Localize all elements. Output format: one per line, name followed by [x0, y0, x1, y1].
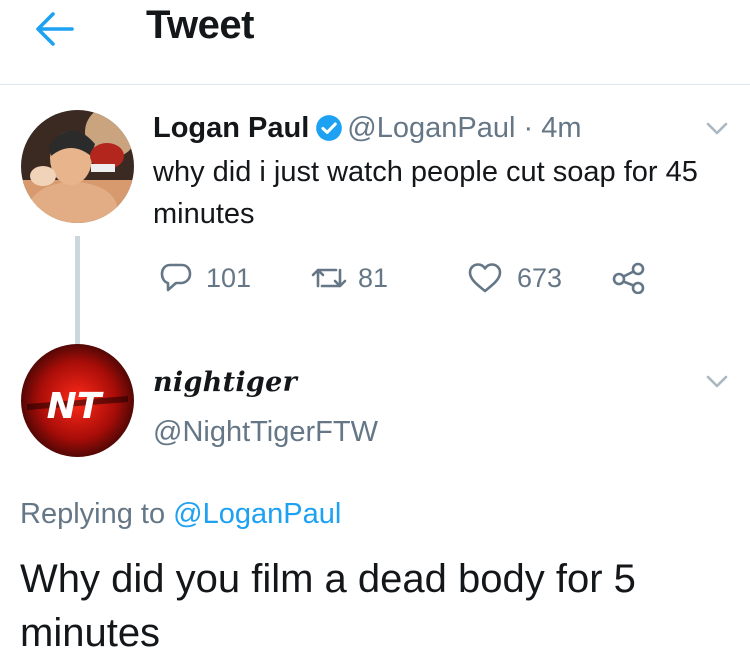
tweet-text: why did i just watch people cut soap for… [153, 156, 698, 230]
author-handle[interactable]: @LoganPaul [347, 112, 515, 144]
share-button[interactable] [612, 258, 646, 298]
retweet-icon [311, 268, 347, 288]
author-display-name[interactable]: nightiger [153, 367, 297, 398]
thread-connector-line [75, 236, 80, 354]
author-handle[interactable]: @NightTigerFTW [153, 416, 378, 449]
verified-badge-icon [316, 115, 343, 141]
tweet-time[interactable]: 4m [541, 112, 581, 144]
reply-text: Why did you film a dead body for 5 minut… [20, 557, 636, 655]
retweet-count: 81 [358, 262, 389, 293]
reply-button[interactable]: 101 [160, 258, 251, 298]
replying-to-line: Replying to @LoganPaul [20, 498, 341, 531]
replying-to-label: Replying to [20, 498, 166, 530]
reply-count: 101 [206, 262, 252, 293]
chevron-down-icon[interactable] [705, 121, 729, 137]
like-button[interactable]: 673 [467, 258, 562, 298]
retweet-button[interactable]: 81 [310, 258, 388, 298]
replying-to-link[interactable]: @LoganPaul [173, 498, 341, 530]
tweet-author-row: Logan Paul @LoganPaul · 4m [153, 112, 582, 145]
back-arrow-icon[interactable] [32, 6, 78, 52]
avatar[interactable] [21, 110, 134, 223]
reply-icon [160, 263, 192, 292]
tweet-actions: 101 81 673 [160, 258, 680, 298]
share-icon [612, 262, 645, 294]
heart-icon [468, 263, 502, 293]
page-title: Tweet [146, 3, 254, 47]
chevron-down-icon[interactable] [705, 374, 729, 390]
like-count: 673 [517, 262, 563, 293]
time-separator: · [523, 112, 534, 144]
avatar-initials: NT [47, 386, 104, 427]
avatar[interactable]: NT [21, 344, 134, 457]
author-display-name[interactable]: Logan Paul [153, 112, 309, 144]
top-bar: Tweet [0, 0, 750, 85]
